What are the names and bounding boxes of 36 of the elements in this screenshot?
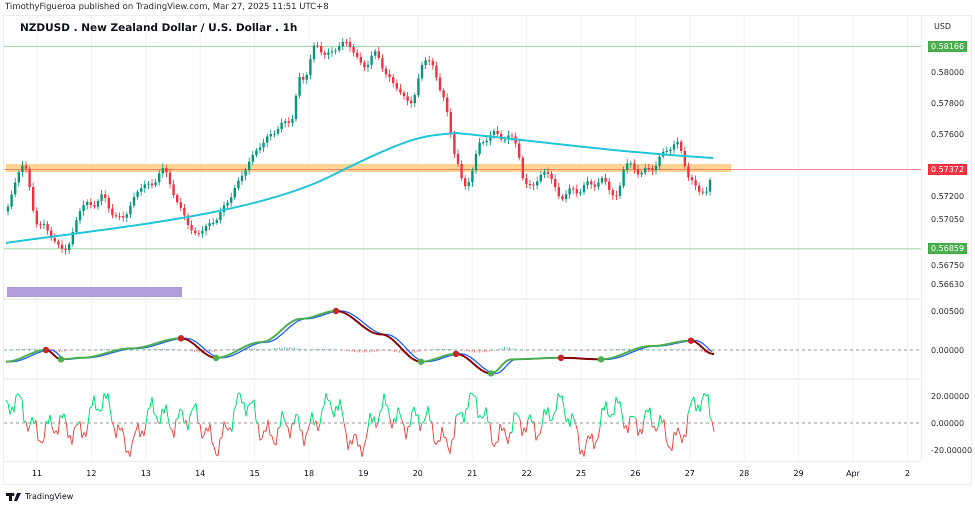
currency-label: USD xyxy=(934,22,952,31)
oscillator-label: 0.00500 xyxy=(930,306,966,316)
time-label: 13 xyxy=(140,469,151,478)
price-label: 0.56750 xyxy=(930,260,966,272)
time-label: 14 xyxy=(195,469,206,478)
price-badge: 0.56859 xyxy=(928,243,968,254)
price-label: 0.57600 xyxy=(930,128,966,140)
time-label: 29 xyxy=(794,469,804,478)
time-label: 12 xyxy=(86,469,96,478)
price-badge: 0.58166 xyxy=(928,40,968,52)
chart-title: NZDUSD . New Zealand Dollar / U.S. Dollar . 1h xyxy=(20,22,298,34)
time-label: 18 xyxy=(304,469,314,478)
price-label: 0.57200 xyxy=(930,190,966,202)
time-label: 15 xyxy=(250,469,260,478)
time-label: 28 xyxy=(739,469,750,478)
time-label: 19 xyxy=(358,469,368,478)
time-label: 21 xyxy=(467,469,478,478)
publisher-line: TimothyFigueroa published on TradingView.com, Mar 27, 2025 11:51 UTC+8 xyxy=(4,1,330,14)
price-label: 0.57800 xyxy=(930,98,966,108)
price-label: 0.57050 xyxy=(930,214,966,225)
price-label: 0.56630 xyxy=(930,278,966,290)
brand-name: TradingView xyxy=(25,492,74,501)
time-label: 26 xyxy=(630,469,640,478)
time-label: 20 xyxy=(412,469,423,478)
momentum-label: 0.00000 xyxy=(930,418,966,428)
oscillator-label: 0.00000 xyxy=(930,344,966,356)
momentum-label: -20.00000 xyxy=(930,444,974,456)
time-label: Apr xyxy=(846,469,860,478)
price-badge: 0.57372 xyxy=(928,164,968,175)
momentum-label: 20.00000 xyxy=(930,390,970,402)
time-label: 11 xyxy=(32,469,42,478)
price-label: 0.58000 xyxy=(930,66,966,78)
time-label: 22 xyxy=(522,469,532,478)
time-label: 25 xyxy=(576,469,586,478)
time-label: 27 xyxy=(684,469,695,478)
time-label: 2 xyxy=(904,469,910,478)
